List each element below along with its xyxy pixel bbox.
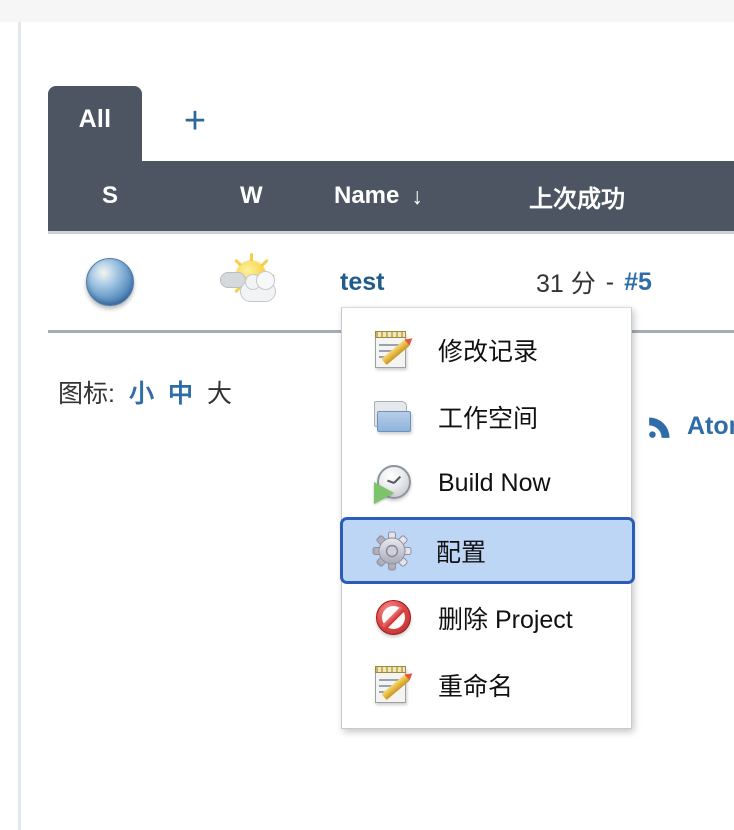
icon-size-selector: 图标: 小 中 大 <box>58 374 232 410</box>
column-header-weather-label: W <box>240 182 263 210</box>
last-success-time: 31 分 <box>536 264 596 300</box>
context-menu-item-delete-project-label: 删除 Project <box>438 600 573 636</box>
job-context-menu: 修改记录 工作空间 Build Now <box>341 307 632 729</box>
context-menu-item-build-now[interactable]: Build Now <box>342 450 631 517</box>
top-bar <box>0 0 734 22</box>
context-menu-item-workspace[interactable]: 工作空间 <box>342 383 631 450</box>
atom-feed-link[interactable]: Atom <box>647 412 734 441</box>
context-menu-item-changes[interactable]: 修改记录 <box>342 316 631 383</box>
blue-ball-icon[interactable] <box>86 258 134 306</box>
notepad-pencil-icon <box>372 328 416 372</box>
table-header-row: S W Name ↓ 上次成功 <box>48 161 734 234</box>
partly-cloudy-icon <box>220 257 278 307</box>
column-header-name[interactable]: Name ↓ <box>334 161 423 231</box>
cell-weather <box>220 234 278 330</box>
context-menu-item-configure-label: 配置 <box>436 533 486 569</box>
column-header-status[interactable]: S <box>102 161 118 231</box>
gear-icon <box>370 529 414 573</box>
context-menu-item-configure[interactable]: 配置 <box>340 517 635 584</box>
context-menu-item-changes-label: 修改记录 <box>438 332 538 368</box>
icon-size-small[interactable]: 小 <box>129 374 154 410</box>
context-menu-item-build-now-label: Build Now <box>438 469 551 498</box>
tab-all[interactable]: All <box>48 86 142 161</box>
context-menu-item-rename[interactable]: 重命名 <box>342 651 631 718</box>
column-header-last-success[interactable]: 上次成功 <box>529 161 625 231</box>
clock-play-icon <box>372 462 416 506</box>
notepad-pencil-icon <box>372 663 416 707</box>
rss-icon <box>647 414 673 440</box>
column-header-name-label: Name <box>334 182 399 210</box>
no-entry-icon <box>372 596 416 640</box>
column-header-last-success-label: 上次成功 <box>529 179 625 214</box>
cell-status <box>86 234 134 330</box>
column-header-weather[interactable]: W <box>240 161 263 231</box>
job-link-test[interactable]: test <box>340 268 384 297</box>
column-header-status-label: S <box>102 182 118 210</box>
icon-size-large[interactable]: 大 <box>207 374 232 410</box>
atom-feed-label: Atom <box>687 412 734 441</box>
folder-icon <box>372 395 416 439</box>
add-view-button[interactable]: + <box>168 86 222 155</box>
context-menu-item-workspace-label: 工作空间 <box>438 399 538 435</box>
tab-all-label: All <box>79 105 112 134</box>
context-menu-item-rename-label: 重命名 <box>438 667 513 703</box>
last-success-separator: - <box>606 268 614 297</box>
plus-icon: + <box>184 102 206 140</box>
view-tab-bar: All + <box>48 86 734 161</box>
context-menu-item-delete-project[interactable]: 删除 Project <box>342 584 631 651</box>
last-success-build-link[interactable]: #5 <box>624 268 652 297</box>
icon-size-medium[interactable]: 中 <box>168 374 193 410</box>
icon-size-label: 图标: <box>58 374 115 410</box>
sort-descending-icon: ↓ <box>411 183 423 210</box>
